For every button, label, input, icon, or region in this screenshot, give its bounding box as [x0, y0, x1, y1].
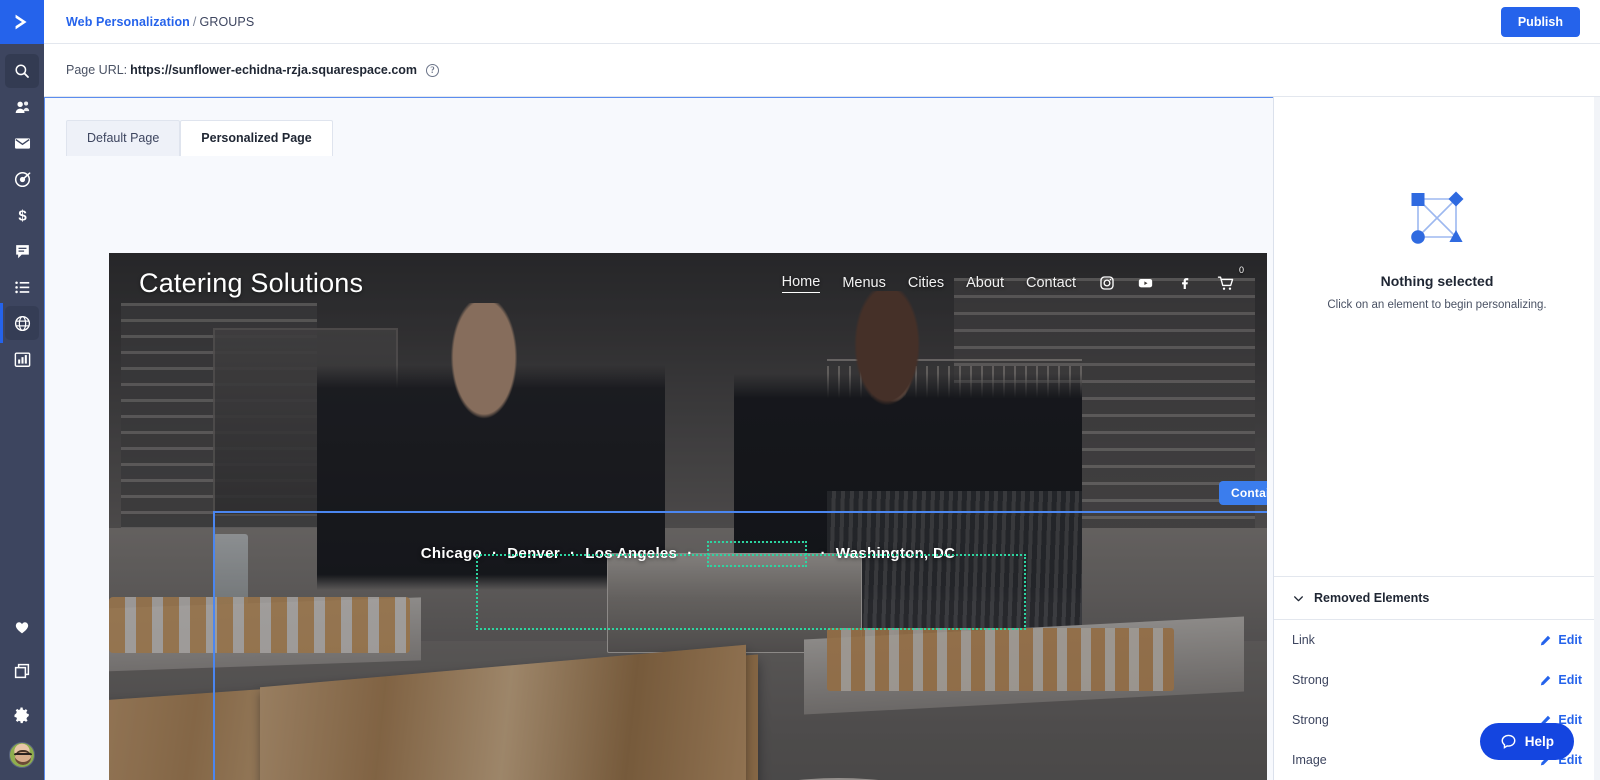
- pencil-icon: [1541, 635, 1551, 645]
- empty-state-title: Nothing selected: [1380, 273, 1494, 289]
- breadcrumb-root[interactable]: Web Personalization: [66, 15, 190, 29]
- target-icon: [14, 171, 30, 187]
- sidebar-item-web[interactable]: [0, 303, 39, 343]
- workspace: Default Page Personalized Page Catering …: [44, 97, 1600, 780]
- removed-element-placeholder-block[interactable]: [476, 554, 1026, 630]
- top-bar: Web Personalization / GROUPS Publish: [44, 0, 1600, 44]
- avatar[interactable]: [9, 742, 35, 768]
- table-row: Link Edit: [1274, 620, 1600, 660]
- sidebar-item-email[interactable]: [5, 126, 39, 160]
- sidebar-item-revenue[interactable]: $: [5, 198, 39, 232]
- removed-element-label: Link: [1292, 633, 1315, 647]
- pencil-icon: [1541, 675, 1551, 685]
- sidebar-item-search[interactable]: [5, 54, 39, 88]
- sidebar-item-library[interactable]: [5, 654, 39, 688]
- youtube-icon[interactable]: [1137, 275, 1154, 292]
- edit-link[interactable]: Edit: [1539, 633, 1582, 647]
- selection-tag-container[interactable]: Container: [1219, 481, 1267, 505]
- table-row: Strong Edit: [1274, 660, 1600, 700]
- chevron-down-icon: [1294, 595, 1303, 601]
- breadcrumb-current: GROUPS: [199, 14, 255, 29]
- cart-count-badge: 0: [1238, 264, 1244, 275]
- heart-icon: [15, 622, 29, 634]
- instagram-icon[interactable]: [1098, 275, 1115, 292]
- site-nav-home[interactable]: Home: [781, 274, 821, 293]
- page-variant-tabs: Default Page Personalized Page: [45, 98, 1273, 156]
- chevron-right-logo-icon: [15, 14, 27, 30]
- dollar-icon: $: [18, 207, 27, 224]
- app-root: $ Web Personalization / GROUPS Publish P…: [0, 0, 1600, 780]
- sidebar-item-settings[interactable]: [5, 698, 39, 732]
- empty-state: Nothing selected Click on an element to …: [1274, 97, 1600, 576]
- edit-link[interactable]: Edit: [1539, 673, 1582, 687]
- properties-panel: Nothing selected Click on an element to …: [1273, 97, 1600, 780]
- facebook-icon[interactable]: [1176, 275, 1193, 292]
- site-logo[interactable]: Catering Solutions: [139, 268, 363, 299]
- list-icon: [14, 280, 29, 293]
- sidebar-item-favorites[interactable]: [5, 610, 39, 644]
- nodes-graph-icon: [1411, 191, 1464, 244]
- site-nav: Home Menus Cities About Contact 0: [781, 265, 1244, 293]
- audience-icon: [15, 100, 29, 113]
- breadcrumb-separator: /: [192, 14, 197, 29]
- sidebar-item-campaigns[interactable]: [5, 162, 39, 196]
- search-icon: [15, 64, 29, 78]
- empty-state-subtitle: Click on an element to begin personalizi…: [1327, 299, 1547, 311]
- cart-button[interactable]: 0: [1215, 265, 1244, 293]
- removed-element-label: Strong: [1292, 713, 1329, 727]
- city-chicago: Chicago: [420, 544, 482, 562]
- site-header: Catering Solutions Home Menus Cities Abo…: [109, 253, 1267, 313]
- site-nav-menus[interactable]: Menus: [842, 275, 886, 291]
- page-scrollbar[interactable]: [1594, 97, 1600, 780]
- gear-icon: [14, 707, 29, 724]
- site-nav-cities[interactable]: Cities: [908, 275, 944, 291]
- mail-icon: [14, 137, 30, 149]
- sidebar-item-audiences[interactable]: [5, 90, 39, 124]
- page-url-bar: Page URL: https://sunflower-echidna-rzja…: [44, 44, 1600, 97]
- copy-icon: [14, 663, 30, 679]
- bar-chart-icon: [14, 351, 30, 367]
- removed-element-label: Strong: [1292, 673, 1329, 687]
- sidebar-item-analytics[interactable]: [5, 342, 39, 376]
- photo-overlay: [109, 253, 1267, 780]
- publish-button[interactable]: Publish: [1500, 6, 1580, 37]
- site-nav-about[interactable]: About: [966, 275, 1004, 291]
- message-icon: [15, 244, 29, 258]
- app-logo[interactable]: [0, 0, 44, 44]
- tab-personalized-page[interactable]: Personalized Page: [180, 120, 333, 156]
- tab-default-page[interactable]: Default Page: [66, 120, 181, 156]
- svg-text:$: $: [18, 207, 27, 224]
- sidebar-item-lists[interactable]: [5, 270, 39, 304]
- editor-pane: Default Page Personalized Page Catering …: [44, 97, 1273, 780]
- rail-nav: $: [0, 44, 44, 378]
- chat-bubble-icon: [1501, 734, 1516, 749]
- hero-photo: [109, 253, 1267, 780]
- removed-elements-label: Removed Elements: [1314, 591, 1430, 605]
- left-rail: $: [0, 0, 44, 780]
- edit-link-label: Edit: [1558, 673, 1582, 687]
- removed-element-label: Image: [1292, 753, 1327, 767]
- removed-elements-section-header[interactable]: Removed Elements: [1274, 576, 1600, 620]
- edit-link-label: Edit: [1558, 633, 1582, 647]
- site-nav-contact[interactable]: Contact: [1026, 275, 1076, 291]
- breadcrumb: Web Personalization / GROUPS: [66, 15, 254, 29]
- cart-icon: [1217, 275, 1234, 290]
- main-area: Web Personalization / GROUPS Publish Page …: [44, 0, 1600, 780]
- help-button[interactable]: Help: [1479, 723, 1574, 760]
- globe-icon: [14, 315, 30, 331]
- help-circle-icon[interactable]: ?: [426, 63, 440, 77]
- page-url-value: https://sunflower-echidna-rzja.squarespa…: [130, 63, 418, 77]
- page-url-label: Page URL:: [66, 63, 128, 77]
- help-button-label: Help: [1524, 734, 1554, 749]
- site-preview-frame[interactable]: Catering Solutions Home Menus Cities Abo…: [109, 253, 1267, 780]
- sidebar-item-messages[interactable]: [5, 234, 39, 268]
- rail-bottom-nav: [0, 610, 44, 780]
